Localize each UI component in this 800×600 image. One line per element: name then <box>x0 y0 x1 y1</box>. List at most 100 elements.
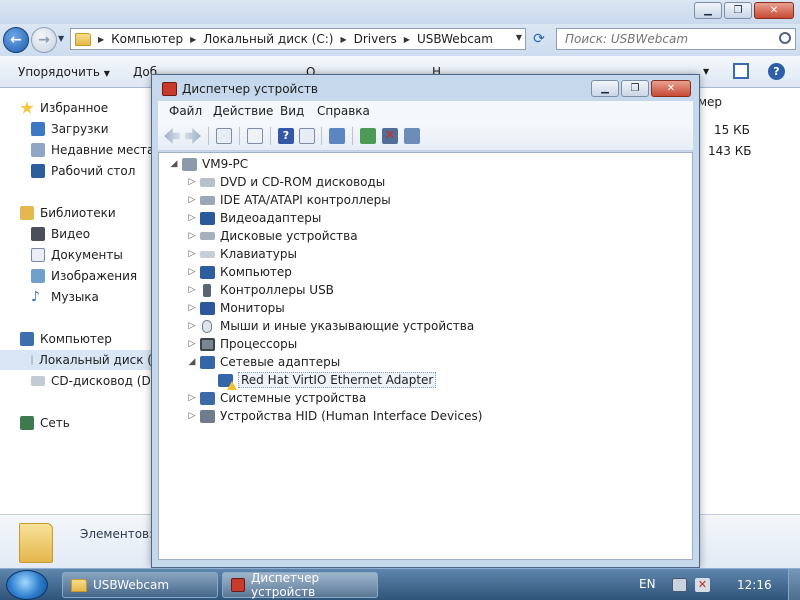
nav-item-computer[interactable]: Компьютер <box>20 329 112 349</box>
taskbar-button-device-manager[interactable]: Диспетчер устройств <box>222 571 378 599</box>
preview-pane-icon[interactable] <box>733 63 749 79</box>
breadcrumb-local-disk[interactable]: Локальный диск (C:) <box>203 32 333 46</box>
tree-item[interactable]: ▷ Компьютер <box>187 263 292 281</box>
expand-triangle-icon[interactable]: ▷ <box>187 177 197 187</box>
properties-icon[interactable] <box>247 128 263 144</box>
tree-root-node[interactable]: ◢ VM9-PC <box>169 155 249 173</box>
back-arrow-icon[interactable] <box>164 128 180 144</box>
console-tree-icon[interactable] <box>216 128 232 144</box>
file-list-pane: мер 15 КБ 143 КБ <box>690 89 800 514</box>
close-button[interactable]: ✕ <box>651 80 691 97</box>
show-hide-pane-icon[interactable] <box>299 128 315 144</box>
toolbar-separator <box>270 127 271 145</box>
expand-triangle-icon[interactable]: ▷ <box>187 393 197 403</box>
tree-item[interactable]: ▷ Контроллеры USB <box>187 281 334 299</box>
network-adapter-icon <box>218 373 237 390</box>
tree-item[interactable]: ▷ Дисковые устройства <box>187 227 358 245</box>
explorer-minimize-button[interactable]: ▁ <box>694 2 722 19</box>
nav-item-network[interactable]: Сеть <box>20 413 70 433</box>
help-icon[interactable]: ? <box>768 63 785 80</box>
tree-item[interactable]: ▷ Устройства HID (Human Interface Device… <box>187 407 483 425</box>
expand-triangle-icon[interactable]: ▷ <box>187 339 197 349</box>
scan-hardware-icon[interactable] <box>329 128 345 144</box>
explorer-maximize-button[interactable]: ❐ <box>724 2 752 19</box>
tree-item-label: Дисковые устройства <box>220 229 358 243</box>
network-status-icon[interactable] <box>672 578 687 592</box>
expand-triangle-icon[interactable]: ▷ <box>187 213 197 223</box>
device-manager-titlebar[interactable]: Диспетчер устройств ▁ ❐ ✕ <box>152 75 699 103</box>
expand-triangle-icon[interactable]: ▷ <box>187 321 197 331</box>
nav-item-recent[interactable]: Недавние места <box>31 140 154 160</box>
tree-item[interactable]: ▷ Мониторы <box>187 299 285 317</box>
expand-triangle-icon[interactable]: ▷ <box>187 231 197 241</box>
nav-item-video[interactable]: Видео <box>31 224 90 244</box>
breadcrumb-drivers[interactable]: Drivers <box>354 32 397 46</box>
menu-action[interactable]: Действие <box>213 104 273 118</box>
menu-view[interactable]: Вид <box>280 104 304 118</box>
expand-triangle-icon[interactable]: ▷ <box>187 267 197 277</box>
uninstall-icon[interactable]: ✕ <box>382 128 398 144</box>
language-indicator[interactable]: EN <box>639 577 656 591</box>
chevron-right-icon[interactable]: ▶ <box>404 35 410 44</box>
address-dropdown-icon[interactable]: ▼ <box>516 33 522 42</box>
maximize-button[interactable]: ❐ <box>621 80 649 97</box>
breadcrumb-usbwebcam[interactable]: USBWebcam <box>417 32 493 46</box>
volume-muted-icon[interactable]: ✕ <box>695 578 710 592</box>
nav-item-local-disk[interactable]: Локальный диск ( <box>0 350 152 370</box>
help-icon[interactable]: ? <box>278 128 294 144</box>
taskbar-button-explorer[interactable]: USBWebcam <box>62 572 218 598</box>
chevron-right-icon[interactable]: ▶ <box>340 35 346 44</box>
address-bar[interactable]: ▶ Компьютер ▶ Локальный диск (C:) ▶ Driv… <box>70 28 526 50</box>
breadcrumb-computer[interactable]: Компьютер <box>111 32 183 46</box>
nav-item-downloads[interactable]: Загрузки <box>31 119 109 139</box>
search-icon[interactable] <box>779 32 791 44</box>
disable-device-icon[interactable] <box>404 128 420 144</box>
expand-triangle-icon[interactable]: ▷ <box>187 195 197 205</box>
refresh-button[interactable]: ⟳ <box>528 28 550 50</box>
history-dropdown-button[interactable]: ▼ <box>58 34 64 43</box>
nav-item-documents[interactable]: Документы <box>31 245 123 265</box>
nav-item-images[interactable]: Изображения <box>31 266 137 286</box>
tree-item-virtio-adapter[interactable]: Red Hat VirtIO Ethernet Adapter <box>205 371 437 390</box>
chevron-right-icon[interactable]: ▶ <box>98 35 104 44</box>
view-options-dropdown-icon[interactable]: ▼ <box>703 67 709 76</box>
expand-triangle-icon[interactable]: ▷ <box>187 411 197 421</box>
nav-item-libraries[interactable]: Библиотеки <box>20 203 116 223</box>
tree-item[interactable]: ▷ Видеоадаптеры <box>187 209 322 227</box>
tree-item[interactable]: ▷ IDE ATA/ATAPI контроллеры <box>187 191 391 209</box>
expand-triangle-icon[interactable]: ▷ <box>187 303 197 313</box>
tree-item-label: Сетевые адаптеры <box>220 355 341 369</box>
forward-button[interactable]: → <box>31 27 57 53</box>
explorer-close-button[interactable]: ✕ <box>754 2 794 19</box>
nav-label-computer: Компьютер <box>40 332 112 346</box>
expand-triangle-icon[interactable]: ▷ <box>187 285 197 295</box>
start-button[interactable] <box>6 570 48 600</box>
expand-triangle-icon[interactable]: ▷ <box>187 249 197 259</box>
nav-item-favorites[interactable]: Избранное <box>20 98 108 118</box>
chevron-right-icon[interactable]: ▶ <box>190 35 196 44</box>
collapse-triangle-icon[interactable]: ◢ <box>169 159 179 169</box>
show-desktop-button[interactable] <box>788 569 800 600</box>
forward-arrow-icon[interactable] <box>185 128 201 144</box>
tree-item[interactable]: ▷ Клавиатуры <box>187 245 297 263</box>
clock[interactable]: 12:16 <box>737 578 772 592</box>
menu-help[interactable]: Справка <box>317 104 370 118</box>
update-driver-icon[interactable] <box>360 128 376 144</box>
search-input[interactable] <box>557 29 777 49</box>
nav-item-desktop[interactable]: Рабочий стол <box>31 161 135 181</box>
tree-item-label: Видеоадаптеры <box>220 211 322 225</box>
back-button[interactable]: ← <box>3 27 29 53</box>
recent-places-icon <box>31 143 45 157</box>
tree-item[interactable]: ▷ Мыши и иные указывающие устройства <box>187 317 475 335</box>
tree-item[interactable]: ▷ Процессоры <box>187 335 298 353</box>
tree-item[interactable]: ▷ Системные устройства <box>187 389 367 407</box>
tree-item[interactable]: ▷ DVD и CD-ROM дисководы <box>187 173 386 191</box>
nav-item-music[interactable]: ♪ Музыка <box>31 287 99 307</box>
collapse-triangle-icon[interactable]: ◢ <box>187 357 197 367</box>
menu-file[interactable]: Файл <box>169 104 202 118</box>
organize-button[interactable]: Упорядочить ▼ <box>18 65 110 79</box>
nav-item-cd-drive[interactable]: CD-дисковод (D:) <box>31 371 159 391</box>
size-column-header[interactable]: мер <box>698 95 722 109</box>
tree-item-network-adapters[interactable]: ◢ Сетевые адаптеры <box>187 353 341 371</box>
minimize-button[interactable]: ▁ <box>591 80 619 97</box>
